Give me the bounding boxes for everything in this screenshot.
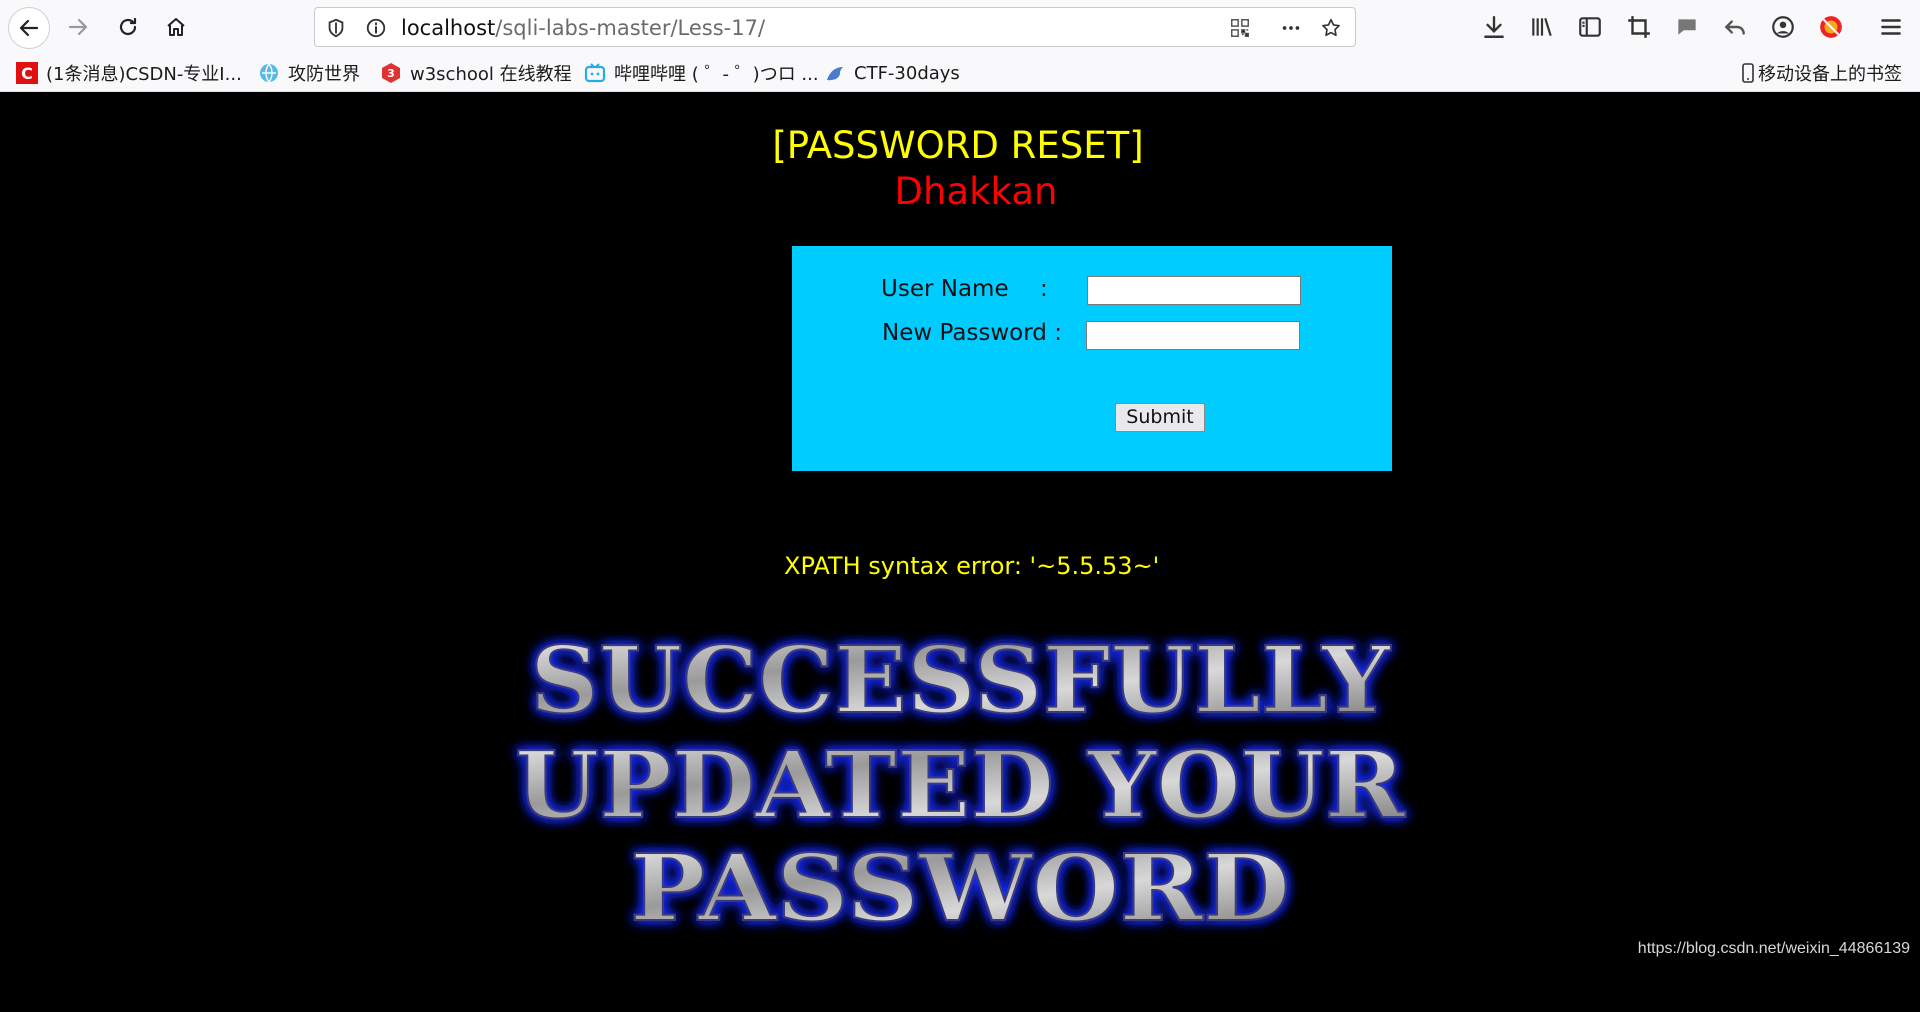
undo-icon[interactable] (1722, 14, 1748, 40)
error-message: XPATH syntax error: '~5.5.53~' (784, 552, 1160, 580)
watermark: https://blog.csdn.net/weixin_44866139 (1637, 940, 1910, 957)
crop-icon[interactable] (1626, 14, 1652, 40)
bookmark-label: CTF-30days (854, 62, 960, 84)
reload-button[interactable] (108, 7, 148, 47)
page-title: [PASSWORD RESET] (772, 124, 1144, 167)
svg-text:3: 3 (387, 67, 395, 80)
browser-toolbar: localhost/sqli-labs-master/Less-17/ (0, 0, 1920, 55)
bilibili-icon (584, 62, 606, 84)
submit-button[interactable]: Submit (1115, 403, 1205, 432)
username-label: User Name (881, 276, 1009, 302)
library-icon[interactable] (1529, 14, 1555, 40)
password-label: New Password : (882, 320, 1062, 346)
username-input[interactable] (1087, 276, 1301, 305)
blocked-extension-icon[interactable] (1818, 14, 1844, 40)
chat-icon[interactable] (1674, 14, 1700, 40)
url-path: /sqli-labs-master/Less-17/ (495, 16, 766, 40)
forward-button[interactable] (58, 7, 98, 47)
url-text[interactable]: localhost/sqli-labs-master/Less-17/ (401, 16, 765, 40)
success-line-1: SUCCESSFULLY (530, 626, 1391, 734)
forward-arrow-icon (68, 18, 88, 36)
back-button[interactable] (8, 7, 50, 49)
bookmark-label: 攻防世界 (288, 64, 360, 85)
menu-icon[interactable] (1878, 14, 1904, 40)
shield-icon[interactable] (325, 17, 347, 39)
account-icon[interactable] (1770, 14, 1796, 40)
bookmark-star-icon[interactable] (1320, 17, 1342, 39)
mobile-device-icon (1742, 62, 1754, 84)
success-line-3: PASSWORD (630, 834, 1290, 942)
page-content: [PASSWORD RESET] Dhakkan User Name : New… (0, 92, 1920, 968)
success-line-2: UPDATED YOUR (515, 731, 1406, 839)
home-button[interactable] (156, 7, 196, 47)
sidebar-icon[interactable] (1577, 14, 1603, 40)
bookmark-ctf[interactable]: CTF-30days (824, 61, 960, 85)
bookmark-gongfang[interactable]: 攻防世界 (258, 61, 360, 85)
reload-icon (119, 17, 137, 36)
bookmark-w3school[interactable]: 3 w3school 在线教程 (380, 61, 572, 85)
globe-icon (258, 62, 280, 84)
username-colon: : (1040, 276, 1048, 302)
page-subtitle: Dhakkan (894, 170, 1058, 213)
dolphin-icon (824, 62, 846, 84)
bookmark-bilibili[interactable]: 哔哩哔哩 ( ゜- ゜)つロ ... (584, 61, 819, 85)
svg-text:C: C (21, 64, 33, 83)
bookmark-label: 哔哩哔哩 ( ゜- ゜)つロ ... (614, 64, 819, 85)
success-banner: SUCCESSFULLY UPDATED YOUR PASSWORD (514, 625, 1407, 943)
info-icon[interactable] (365, 17, 387, 39)
qr-code-icon[interactable] (1229, 17, 1251, 39)
bookmark-csdn[interactable]: C (1条消息)CSDN-专业I... (16, 61, 242, 85)
url-host: localhost (401, 16, 496, 40)
more-actions-icon[interactable] (1280, 17, 1302, 39)
w3school-icon: 3 (380, 62, 402, 84)
bookmarks-bar: C (1条消息)CSDN-专业I... 攻防世界 3 w3school 在线教程… (0, 55, 1920, 92)
downloads-icon[interactable] (1481, 14, 1507, 40)
mobile-bookmarks-label: 移动设备上的书签 (1758, 64, 1902, 85)
bookmark-label: (1条消息)CSDN-专业I... (46, 64, 242, 85)
bookmark-label: w3school 在线教程 (410, 64, 572, 85)
csdn-icon: C (16, 62, 38, 84)
password-reset-form: User Name : New Password : Submit (792, 246, 1392, 471)
home-icon (167, 18, 185, 36)
mobile-bookmarks[interactable]: 移动设备上的书签 (1742, 61, 1902, 85)
back-arrow-icon (19, 19, 39, 37)
new-password-input[interactable] (1086, 321, 1300, 350)
url-bar[interactable]: localhost/sqli-labs-master/Less-17/ (314, 7, 1356, 47)
